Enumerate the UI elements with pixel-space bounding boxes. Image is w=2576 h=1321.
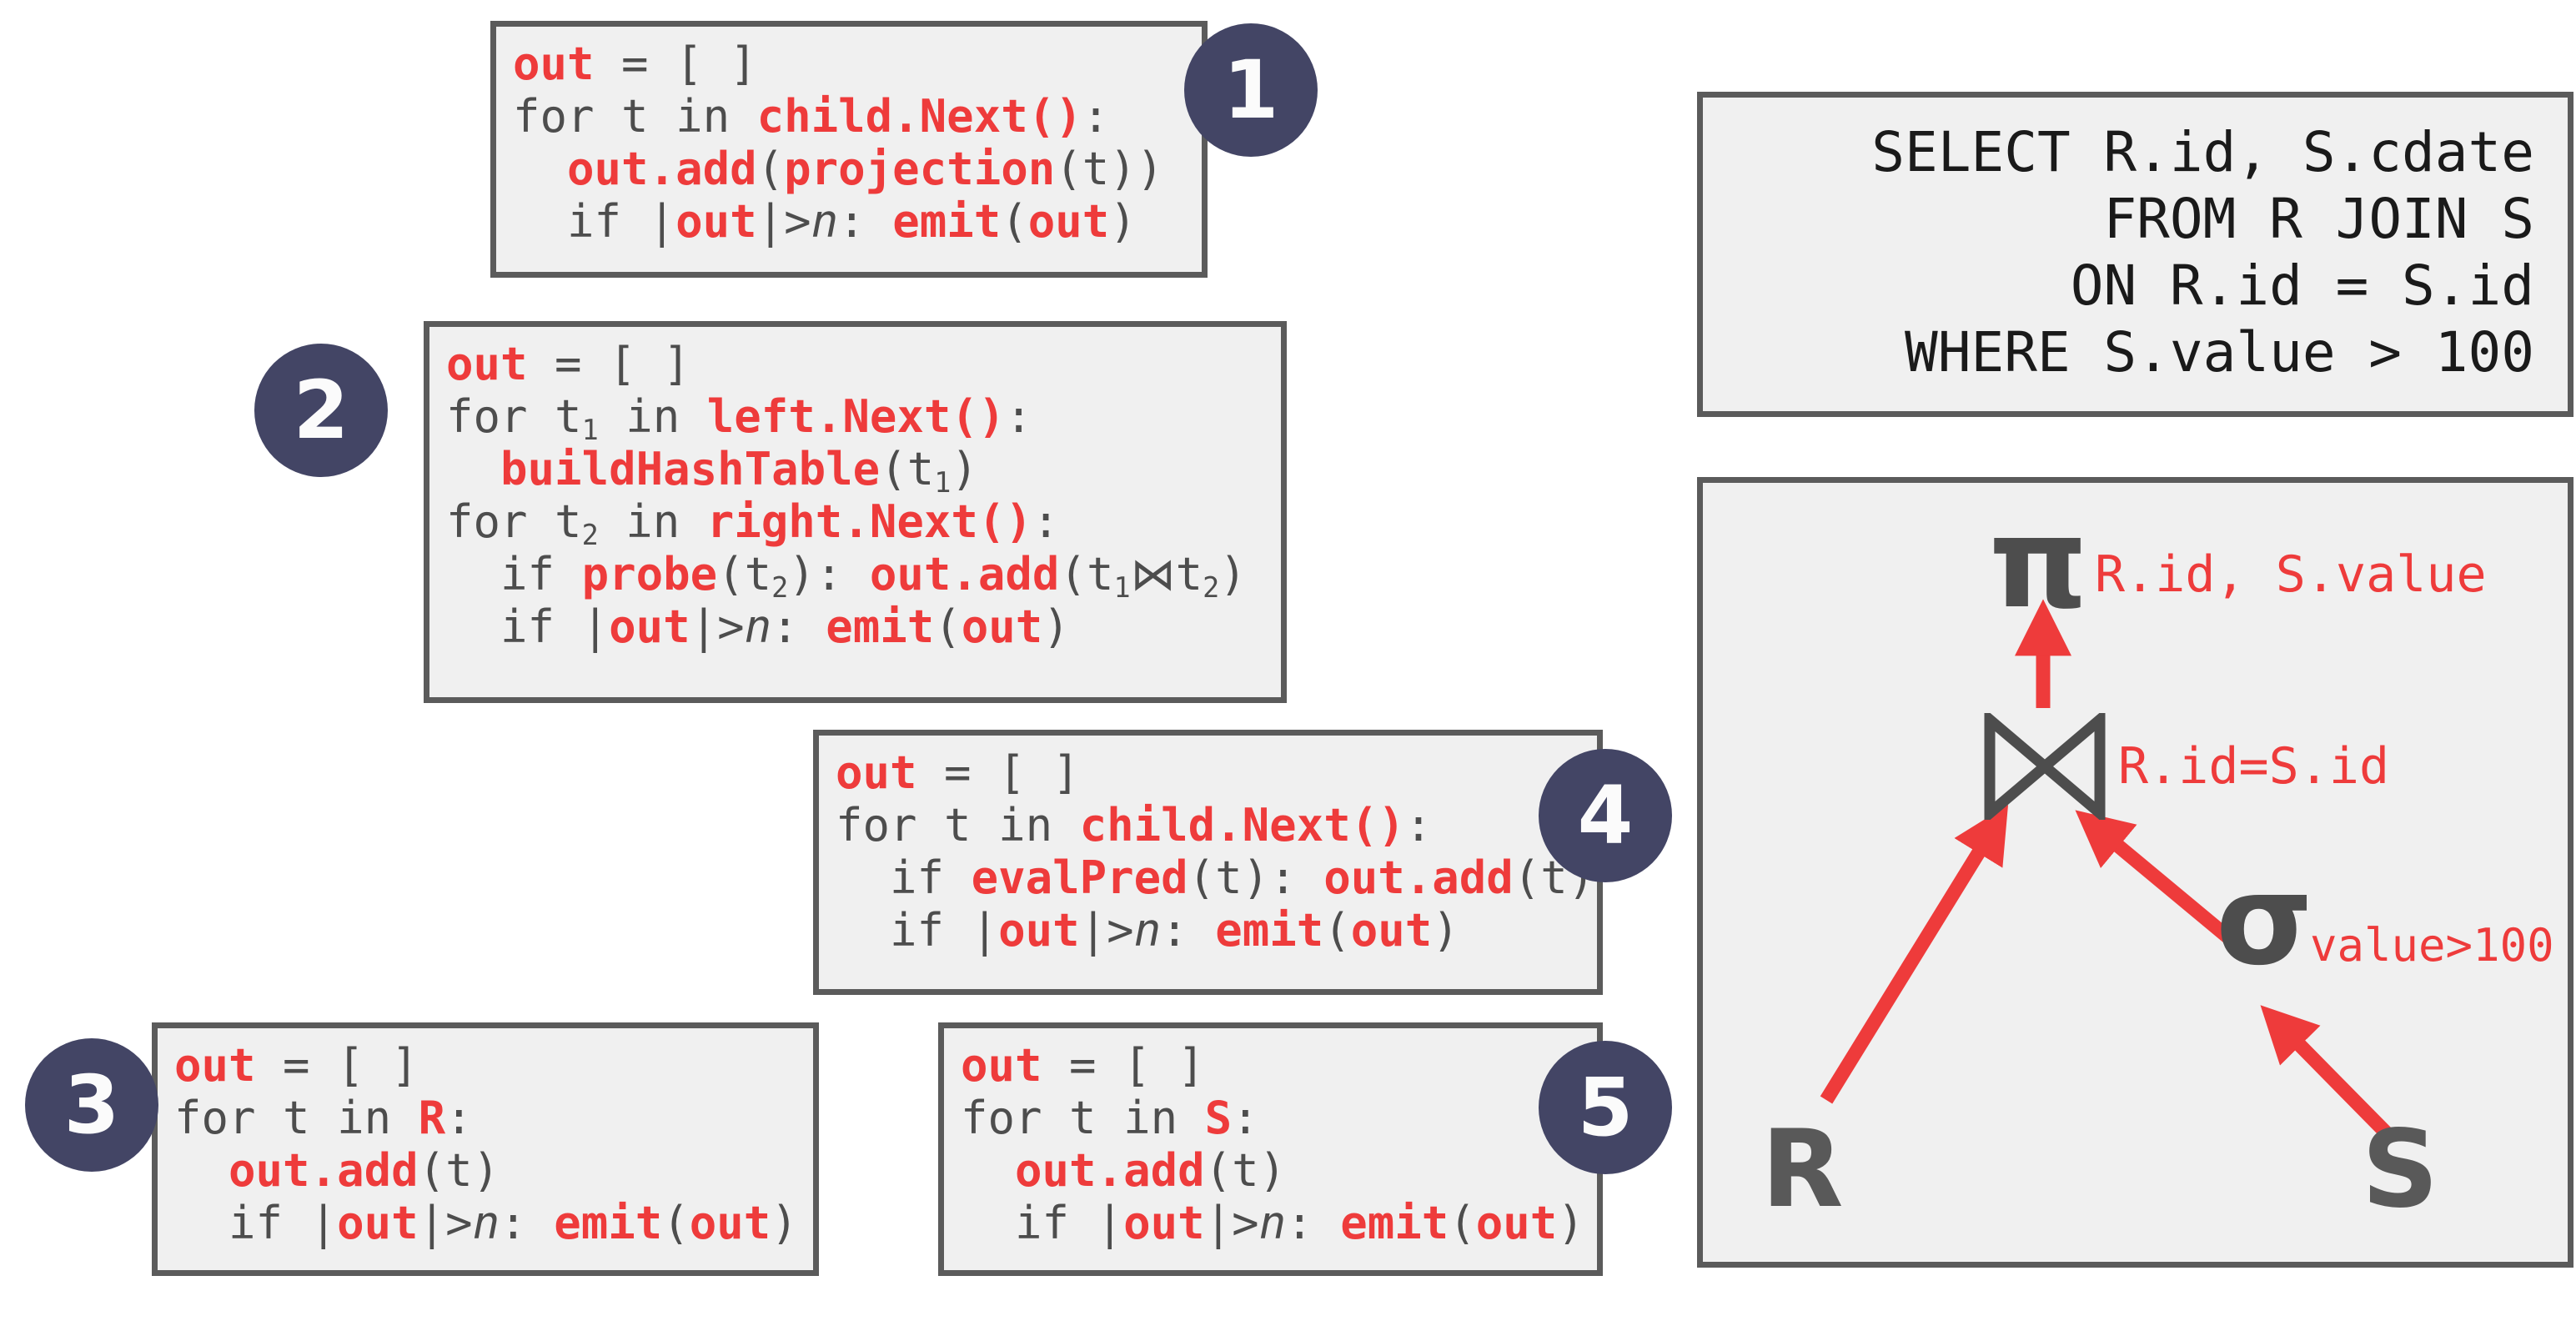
query-plan-panel: π R.id, S.value R.id=S.id σ value>100 R … xyxy=(1697,477,2573,1268)
code-line: for t2 in right.Next(): xyxy=(446,495,1060,551)
code-line: if evalPred(t): out.add(t) xyxy=(836,851,1595,904)
code-box-scan-s: out = [ ] for t in S: out.add(t) if |out|… xyxy=(938,1022,1603,1276)
code-line: if |out|>n: emit(out) xyxy=(446,600,1070,653)
code-line: if |out|>n: emit(out) xyxy=(836,904,1459,957)
sql-line: FROM R JOIN S xyxy=(2103,187,2534,251)
code-line: out = [ ] xyxy=(836,746,1080,799)
sql-line: ON R.id = S.id xyxy=(2070,254,2534,318)
code-line: if probe(t2): out.add(t1⋈t2) xyxy=(446,548,1247,604)
selection-label: value>100 xyxy=(2310,919,2554,972)
step-badge-1: 1 xyxy=(1184,23,1318,157)
step-badge-5: 5 xyxy=(1539,1041,1672,1174)
code-line: for t in R: xyxy=(174,1092,473,1144)
code-box-scan-r: out = [ ] for t in R: out.add(t) if |out|… xyxy=(152,1022,819,1276)
step-badge-3: 3 xyxy=(25,1038,158,1172)
code-box-selection: out = [ ] for t in child.Next(): if evalP… xyxy=(813,730,1603,995)
code-line: buildHashTable(t1) xyxy=(500,443,978,499)
projection-operator-icon: π xyxy=(1989,491,2088,636)
code-line: out.add(projection(t)) xyxy=(567,143,1164,195)
code-box-hash-join: out = [ ] for t1 in left.Next(): buildHas… xyxy=(424,321,1287,703)
code-line: for t1 in left.Next(): xyxy=(446,390,1032,446)
code-box-projection: out = [ ] for t in child.Next(): out.add(… xyxy=(490,21,1208,278)
relation-r: R xyxy=(1761,1108,1844,1232)
sql-line: SELECT R.id, S.cdate xyxy=(1871,120,2534,184)
code-line: for t in S: xyxy=(961,1092,1259,1144)
code-line: out = [ ] xyxy=(961,1039,1205,1092)
code-line: if |out|>n: emit(out) xyxy=(961,1197,1584,1249)
sql-query-panel: SELECT R.id, S.cdate FROM R JOIN S ON R.id… xyxy=(1697,92,2573,417)
step-badge-2: 2 xyxy=(254,344,388,477)
code-line: out = [ ] xyxy=(174,1039,419,1092)
selection-operator-icon: σ xyxy=(2216,848,2313,993)
code-line: if |out|>n: emit(out) xyxy=(174,1197,798,1249)
code-line: out = [ ] xyxy=(446,338,690,390)
code-line: for t in child.Next(): xyxy=(836,799,1433,851)
step-badge-4: 4 xyxy=(1539,749,1672,882)
projection-label: R.id, S.value xyxy=(2095,545,2487,604)
code-line: for t in child.Next(): xyxy=(513,90,1110,143)
join-label: R.id=S.id xyxy=(2118,737,2390,796)
join-operator-icon xyxy=(1984,713,2106,820)
code-line: out = [ ] xyxy=(513,38,757,90)
relation-s: S xyxy=(2362,1108,2439,1232)
sql-line: WHERE S.value > 100 xyxy=(1905,320,2534,384)
code-line: out.add(t) xyxy=(1015,1144,1287,1197)
code-line: if |out|>n: emit(out) xyxy=(513,195,1137,248)
code-line: out.add(t) xyxy=(228,1144,500,1197)
